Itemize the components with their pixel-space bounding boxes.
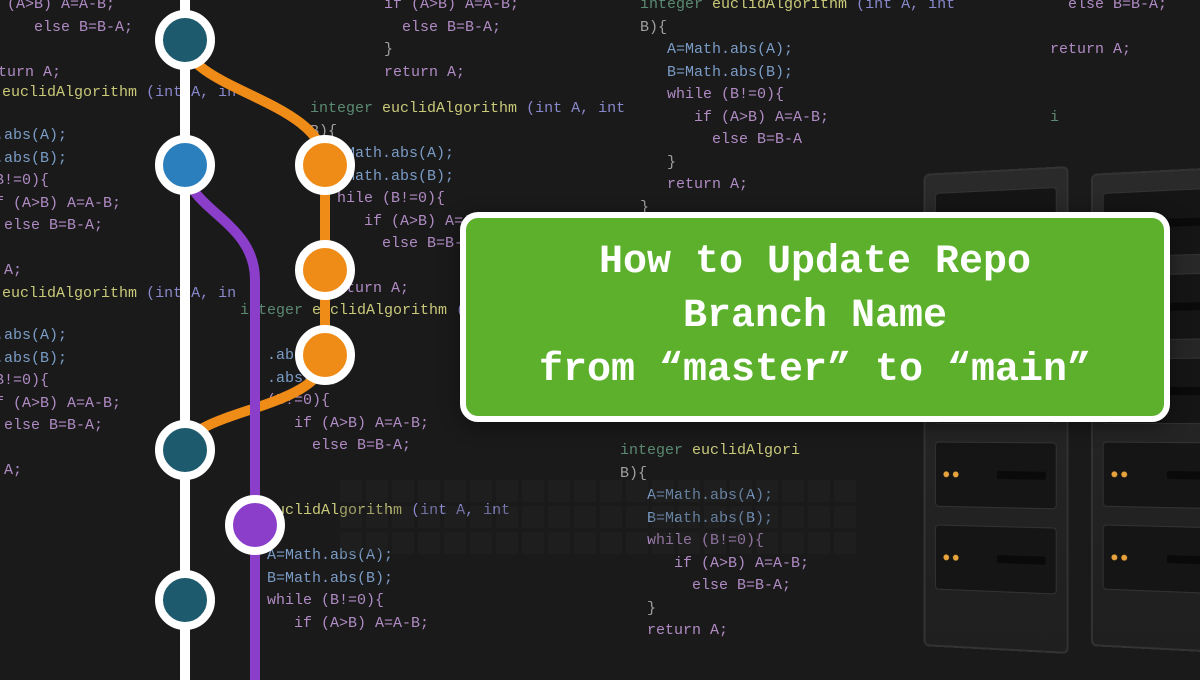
git-commit-other: [229, 499, 281, 551]
rack-unit: [1103, 524, 1200, 594]
code-text: }: [647, 600, 656, 617]
code-block-right-1: integer euclidAlgorithm (int A, int B){ …: [640, 0, 955, 219]
code-text: return A;: [1050, 41, 1131, 58]
title-line-2: Branch Name: [683, 290, 947, 344]
code-text: else B=B-A;: [692, 577, 791, 594]
git-commit-main: [159, 424, 211, 476]
code-frag-topright: else B=B-A; return A; i: [1050, 0, 1167, 129]
code-text: (int A, int: [526, 100, 625, 117]
git-commit-feature: [299, 244, 351, 296]
code-text: if (A>B) A=A-B;: [674, 555, 809, 572]
code-text: B){: [640, 19, 667, 36]
git-graph: [100, 0, 500, 680]
git-commit-feature: [299, 139, 351, 191]
git-commit-feature: [299, 329, 351, 381]
code-text: if (A>B) A=A-B;: [694, 109, 829, 126]
code-text: if (A>B) A=A-B;: [0, 0, 115, 13]
code-text: }: [667, 154, 676, 171]
title-line-1: How to Update Repo: [599, 236, 1031, 290]
code-text: while (B!=0){: [667, 86, 784, 103]
title-card: How to Update Repo Branch Name from “mas…: [460, 212, 1170, 422]
git-commit-main: [159, 14, 211, 66]
title-line-3: from “master” to “main”: [539, 344, 1091, 398]
code-text: return A;: [647, 622, 728, 639]
rack-unit: [935, 442, 1057, 510]
code-text: else B=B-A;: [1068, 0, 1167, 13]
code-text: (int A, int: [856, 0, 955, 13]
code-text: integer: [640, 0, 703, 13]
git-commit-main: [159, 139, 211, 191]
rack-unit: [1103, 442, 1200, 510]
code-text: euclidAlgorithm: [712, 0, 847, 13]
code-text: integer: [620, 442, 683, 459]
code-text: return A;: [667, 176, 748, 193]
code-text: A=Math.abs(A);: [667, 41, 793, 58]
code-text: B){: [620, 465, 647, 482]
code-text: return A;: [0, 64, 61, 81]
rack-unit: [935, 524, 1057, 594]
code-text: B=Math.abs(B);: [667, 64, 793, 81]
git-commit-main: [159, 574, 211, 626]
